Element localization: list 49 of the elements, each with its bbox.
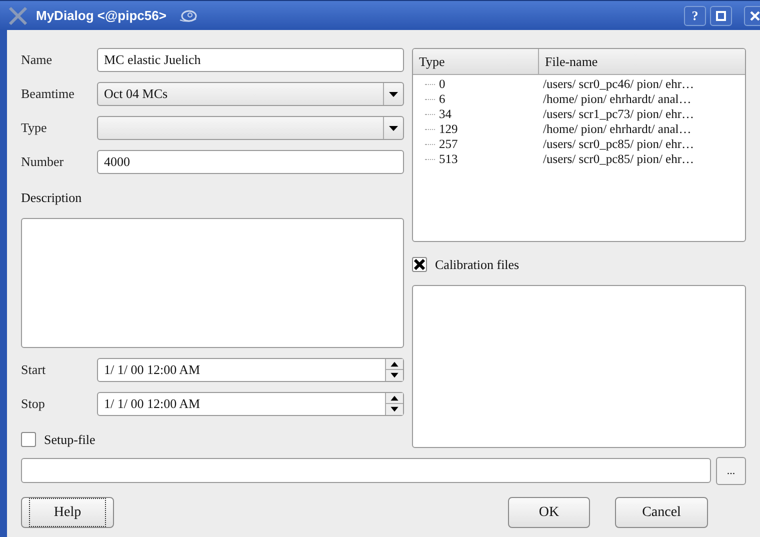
checkbox[interactable] — [21, 432, 36, 447]
dropdown[interactable] — [97, 116, 404, 140]
caret-icon — [389, 126, 398, 130]
down-arrow-icon[interactable] — [386, 369, 403, 380]
close-button[interactable] — [744, 6, 760, 26]
table-cell-text: 257 — [438, 137, 458, 152]
table-cell-text: 0 — [438, 77, 446, 92]
table-cell-text: /users/ scr0_pc46/ pion/ ehr… — [542, 77, 696, 92]
field-label: Stop — [21, 394, 46, 413]
field-label: Name — [21, 51, 54, 70]
text-field[interactable]: MC elastic Juelich — [97, 48, 404, 72]
maximize-icon — [716, 10, 726, 20]
table-cell-text: /users/ scr1_pc73/ pion/ ehr… — [542, 107, 696, 122]
field-label: Start — [21, 360, 47, 379]
down-arrow-icon[interactable] — [386, 403, 403, 414]
text-field[interactable]: 4000 — [97, 150, 404, 174]
table-cell-text: /home/ pion/ ehrhardt/ anal… — [542, 122, 692, 137]
ok-button[interactable]: OK — [508, 497, 590, 528]
table-cell-text: /home/ pion/ ehrhardt/ anal… — [542, 92, 692, 107]
close-icon — [750, 10, 760, 20]
datetime-field[interactable]: 1/ 1/ 00 12:00 AM — [97, 358, 404, 382]
window-title: MyDialog <@pipc56> — [36, 6, 166, 25]
table-cell-text: 34 — [438, 107, 452, 122]
field-label: Type — [21, 119, 48, 138]
caret-icon — [389, 92, 398, 96]
field-label: Beamtime — [21, 85, 76, 104]
field-label: Number — [21, 153, 65, 172]
datetime-field[interactable]: 1/ 1/ 00 12:00 AM — [97, 392, 404, 416]
checkbox[interactable] — [412, 257, 427, 272]
column-header[interactable]: Type — [413, 49, 539, 74]
browse-button[interactable]: ... — [716, 457, 746, 485]
table-cell-text: /users/ scr0_pc85/ pion/ ehr… — [542, 137, 696, 152]
help-button[interactable]: Help — [21, 497, 114, 528]
checkbox-label: Calibration files — [435, 256, 520, 274]
table-cell-text: 129 — [438, 122, 458, 137]
maximize-button[interactable] — [710, 6, 732, 26]
table-cell-text: 513 — [438, 152, 458, 167]
check-icon — [414, 259, 425, 270]
description-label: Description — [21, 189, 83, 207]
x-logo-icon — [8, 6, 28, 26]
table-cell-text: /users/ scr0_pc85/ pion/ ehr… — [542, 152, 696, 167]
swirl-icon — [178, 8, 198, 24]
table-cell-text: 6 — [438, 92, 446, 107]
dropdown[interactable]: Oct 04 MCs — [97, 82, 404, 106]
help-button[interactable]: ? — [684, 6, 706, 26]
column-header[interactable]: File-name — [539, 49, 745, 74]
file-path-field[interactable] — [21, 458, 711, 483]
checkbox-label: Setup-file — [44, 430, 96, 449]
cancel-button[interactable]: Cancel — [615, 497, 708, 528]
